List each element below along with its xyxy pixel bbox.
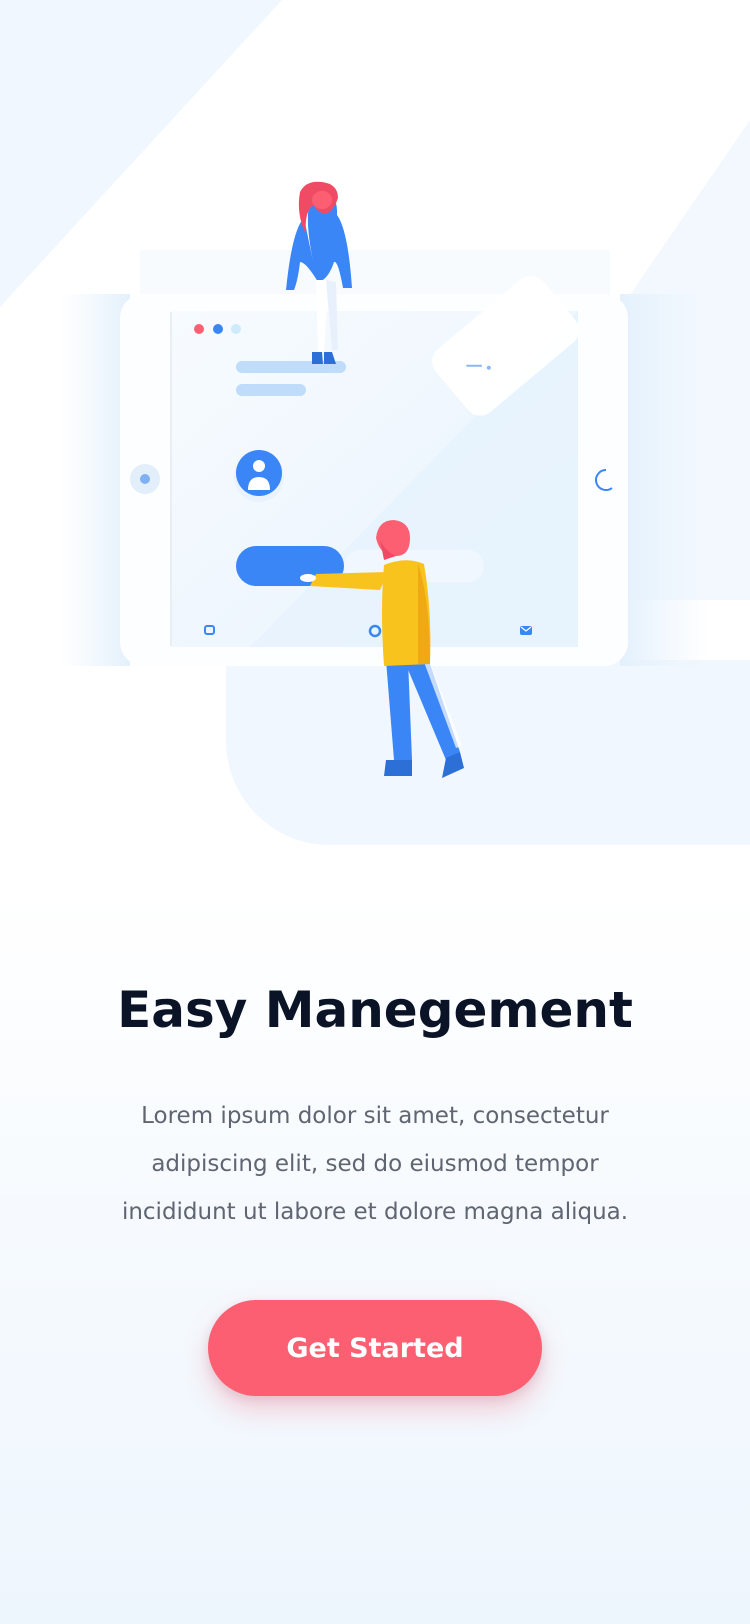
- illustration-svg: [0, 0, 750, 845]
- text-bar-2: [236, 384, 306, 396]
- window-dot-blue: [213, 324, 223, 334]
- onboarding-title: Easy Manegement: [117, 981, 633, 1039]
- window-dot-light: [231, 324, 241, 334]
- onboarding-description: Lorem ipsum dolor sit amet, consectetur …: [95, 1092, 655, 1236]
- description-line: adipiscing elit, sed do eiusmod tempor: [151, 1151, 599, 1177]
- speaker-icon: [140, 474, 150, 484]
- get-started-button[interactable]: Get Started: [208, 1300, 542, 1396]
- window-dot-red: [194, 324, 204, 334]
- glow-left: [60, 294, 130, 666]
- bg-rounded-shape: [226, 660, 750, 845]
- hero-illustration: [0, 0, 750, 860]
- glow-right: [620, 294, 710, 666]
- description-line: incididunt ut labore et dolore magna ali…: [121, 1199, 629, 1225]
- description-line: Lorem ipsum dolor sit amet, consectetur: [141, 1103, 609, 1129]
